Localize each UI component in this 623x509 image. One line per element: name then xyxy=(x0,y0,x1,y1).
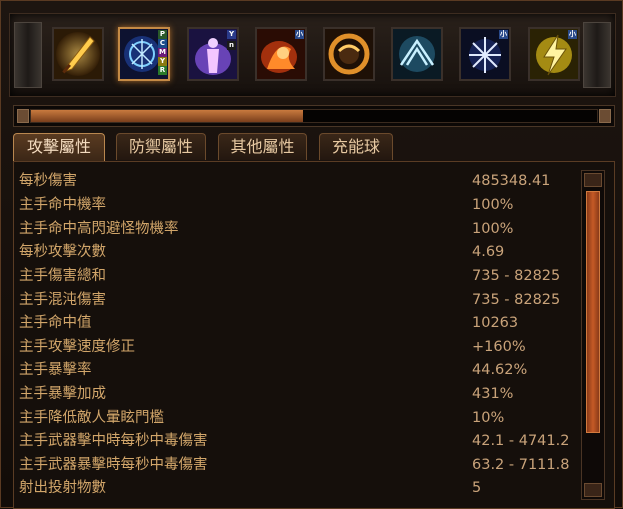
skill-slot-lightning[interactable]: 小 xyxy=(528,27,580,81)
stat-row: 主手傷害總和 735 - 82825 xyxy=(19,265,571,288)
stat-value: 44.62% xyxy=(472,362,528,378)
stat-label: 每秒攻擊次數 xyxy=(19,244,106,260)
rune-badge-small-2: 小 xyxy=(499,30,508,39)
skillbar-right-cap xyxy=(583,22,611,88)
wings-skill-icon xyxy=(393,29,441,79)
stat-value: 735 - 82825 xyxy=(472,292,561,308)
stat-label: 主手命中高閃避怪物機率 xyxy=(19,221,179,237)
stat-label: 主手暴擊加成 xyxy=(19,386,106,402)
stat-value: +160% xyxy=(472,339,526,355)
stat-row: 主手命中高閃避怪物機率 100% xyxy=(19,218,571,241)
skill-slot-wings[interactable] xyxy=(391,27,443,81)
bar-right-cap xyxy=(599,109,611,123)
stat-label: 射出投射物數 xyxy=(19,480,106,496)
stat-value: 5 xyxy=(472,480,482,496)
stat-row: 主手暴擊加成 431% xyxy=(19,383,571,406)
stat-label: 主手降低敵人暈眩門檻 xyxy=(19,410,164,426)
stat-value: 485348.41 xyxy=(472,173,551,189)
stat-row: 主手武器擊中時每秒中毒傷害 42.1 - 4741.2 xyxy=(19,430,571,453)
stat-label: 主手命中機率 xyxy=(19,197,106,213)
bar-fill xyxy=(31,110,303,122)
skillbar-left-cap xyxy=(14,22,42,88)
scroll-up-arrow[interactable] xyxy=(584,173,602,187)
stat-row: 主手暴擊率 44.62% xyxy=(19,359,571,382)
tab-other[interactable]: 其他屬性 xyxy=(218,133,307,160)
stat-row: 主手命中機率 100% xyxy=(19,194,571,217)
stat-row: 主手武器暴擊時每秒中毒傷害 63.2 - 7111.8 xyxy=(19,454,571,477)
tab-offense[interactable]: 攻擊屬性 xyxy=(13,133,105,162)
stat-value: 10263 xyxy=(472,315,519,331)
stat-row: 每秒攻擊次數 4.69 xyxy=(19,241,571,264)
stat-value: 431% xyxy=(472,386,514,402)
stat-label: 主手傷害總和 xyxy=(19,268,106,284)
stat-row: 每秒傷害 485348.41 xyxy=(19,170,571,193)
stat-row: 主手命中值 10263 xyxy=(19,312,571,335)
bar-left-cap xyxy=(17,109,29,123)
stat-label: 主手命中值 xyxy=(19,315,92,331)
stat-row: 主手攻擊速度修正 +160% xyxy=(19,336,571,359)
stat-row: 主手降低敵人暈眩門檻 10% xyxy=(19,407,571,430)
skill-slot-aura[interactable]: Y n xyxy=(187,27,239,81)
skill-slot-runes[interactable]: P C M Y R xyxy=(118,27,170,81)
scroll-thumb[interactable] xyxy=(586,191,600,433)
stat-value: 10% xyxy=(472,410,505,426)
stat-label: 主手武器暴擊時每秒中毒傷害 xyxy=(19,457,208,473)
stat-value: 63.2 - 7111.8 xyxy=(472,457,570,473)
rune-badge-r: R xyxy=(158,66,167,75)
skill-slot-fire[interactable]: 小 xyxy=(255,27,307,81)
skill-bar: P C M Y R Y n 小 小 小 xyxy=(9,13,616,97)
bar-track xyxy=(30,109,598,123)
rune-badge-p: P xyxy=(158,30,167,39)
stat-value: 42.1 - 4741.2 xyxy=(472,433,570,449)
tab-charge-orbs[interactable]: 充能球 xyxy=(319,133,393,160)
stat-label: 主手暴擊率 xyxy=(19,362,92,378)
stats-scrollbar[interactable] xyxy=(581,170,605,500)
stat-row: 主手混沌傷害 735 - 82825 xyxy=(19,289,571,312)
rune-badge-small-1: 小 xyxy=(295,30,304,39)
character-stats-window: P C M Y R Y n 小 小 小 攻擊屬性 防禦屬性 其他屬性 充能球 每… xyxy=(0,0,623,509)
skill-slot-snowflake[interactable]: 小 xyxy=(459,27,511,81)
tab-defense[interactable]: 防禦屬性 xyxy=(116,133,206,160)
sword-skill-icon xyxy=(54,29,102,79)
stat-label: 主手攻擊速度修正 xyxy=(19,339,135,355)
scroll-down-arrow[interactable] xyxy=(584,483,602,497)
resource-bar xyxy=(13,105,615,127)
stat-label: 主手混沌傷害 xyxy=(19,292,106,308)
stat-label: 主手武器擊中時每秒中毒傷害 xyxy=(19,433,208,449)
rune-badge-n: n xyxy=(227,41,236,50)
stat-value: 735 - 82825 xyxy=(472,268,561,284)
stat-row: 射出投射物數 5 xyxy=(19,477,571,500)
skill-slot-ring[interactable] xyxy=(323,27,375,81)
ring-skill-icon xyxy=(325,29,373,79)
rune-badge-m: M xyxy=(158,48,167,57)
stat-label: 每秒傷害 xyxy=(19,173,77,189)
rune-badge-c: C xyxy=(158,39,167,48)
rune-badge-small-3: 小 xyxy=(568,30,577,39)
rune-badge-y: Y xyxy=(158,57,167,66)
rune-badge-y2: Y xyxy=(227,30,236,39)
stats-panel: 每秒傷害 485348.41 主手命中機率 100% 主手命中高閃避怪物機率 100%… xyxy=(13,161,615,509)
stat-value: 100% xyxy=(472,221,514,237)
stat-value: 100% xyxy=(472,197,514,213)
skill-slot-sword[interactable] xyxy=(52,27,104,81)
stat-value: 4.69 xyxy=(472,244,505,260)
